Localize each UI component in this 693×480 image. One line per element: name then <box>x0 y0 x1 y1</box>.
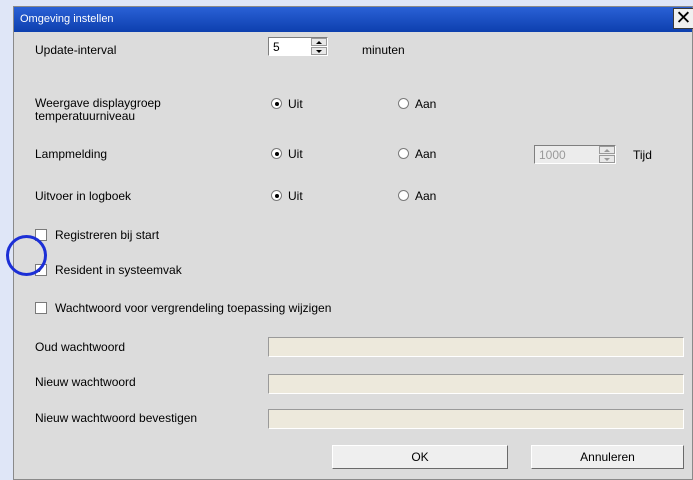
old-password-label: Oud wachtwoord <box>35 340 126 354</box>
title-bar: Omgeving instellen ✕ <box>14 7 693 32</box>
cancel-button[interactable]: Annuleren <box>531 445 684 469</box>
radio-label: Aan <box>415 147 437 161</box>
display-group-temp-label: Weergave displaygroep temperatuurniveau <box>35 96 161 123</box>
highlight-circle-annotation <box>6 235 47 276</box>
lamp-time-value: 1000 <box>539 148 566 162</box>
checkbox-label: Resident in systeemvak <box>55 263 182 277</box>
log-output-label: Uitvoer in logboek <box>35 189 132 203</box>
close-icon: ✕ <box>675 7 692 29</box>
update-interval-value: 5 <box>273 40 280 54</box>
spin-up-icon[interactable] <box>311 38 327 46</box>
checkbox-label: Wachtwoord voor vergrendeling toepassing… <box>55 301 332 315</box>
checkbox-box <box>35 302 47 314</box>
lamp-time-spin-buttons <box>599 146 615 163</box>
radio-label: Uit <box>288 97 303 111</box>
radio-label: Aan <box>415 97 437 111</box>
confirm-password-label: Nieuw wachtwoord bevestigen <box>35 411 198 425</box>
radio-unselected-icon <box>398 148 409 159</box>
settings-dialog: Omgeving instellen ✕ Update-interval 5 m… <box>13 6 693 480</box>
new-password-field[interactable] <box>268 374 684 394</box>
update-interval-spinner[interactable]: 5 <box>268 37 328 56</box>
dialog-title: Omgeving instellen <box>20 13 114 25</box>
lamp-time-label: Tijd <box>633 148 652 162</box>
radio-unselected-icon <box>398 190 409 201</box>
radio-label: Uit <box>288 147 303 161</box>
spin-up-icon <box>599 146 615 154</box>
radio-unselected-icon <box>398 98 409 109</box>
lamp-notice-label: Lampmelding <box>35 147 108 161</box>
radio-label: Aan <box>415 189 437 203</box>
new-password-label: Nieuw wachtwoord <box>35 375 136 389</box>
spin-down-icon[interactable] <box>311 47 327 55</box>
spin-down-icon <box>599 155 615 163</box>
ok-button[interactable]: OK <box>332 445 508 469</box>
radio-label: Uit <box>288 189 303 203</box>
lamp-time-spinner: 1000 <box>534 145 616 164</box>
checkbox-label: Registreren bij start <box>55 228 160 242</box>
confirm-password-field[interactable] <box>268 409 684 429</box>
update-interval-unit: minuten <box>362 43 405 57</box>
old-password-field[interactable] <box>268 337 684 357</box>
update-interval-label: Update-interval <box>35 43 117 57</box>
update-interval-spin-buttons <box>311 38 327 55</box>
radio-selected-icon <box>271 98 282 109</box>
radio-selected-icon <box>271 190 282 201</box>
radio-selected-icon <box>271 148 282 159</box>
close-button[interactable]: ✕ <box>673 8 693 29</box>
